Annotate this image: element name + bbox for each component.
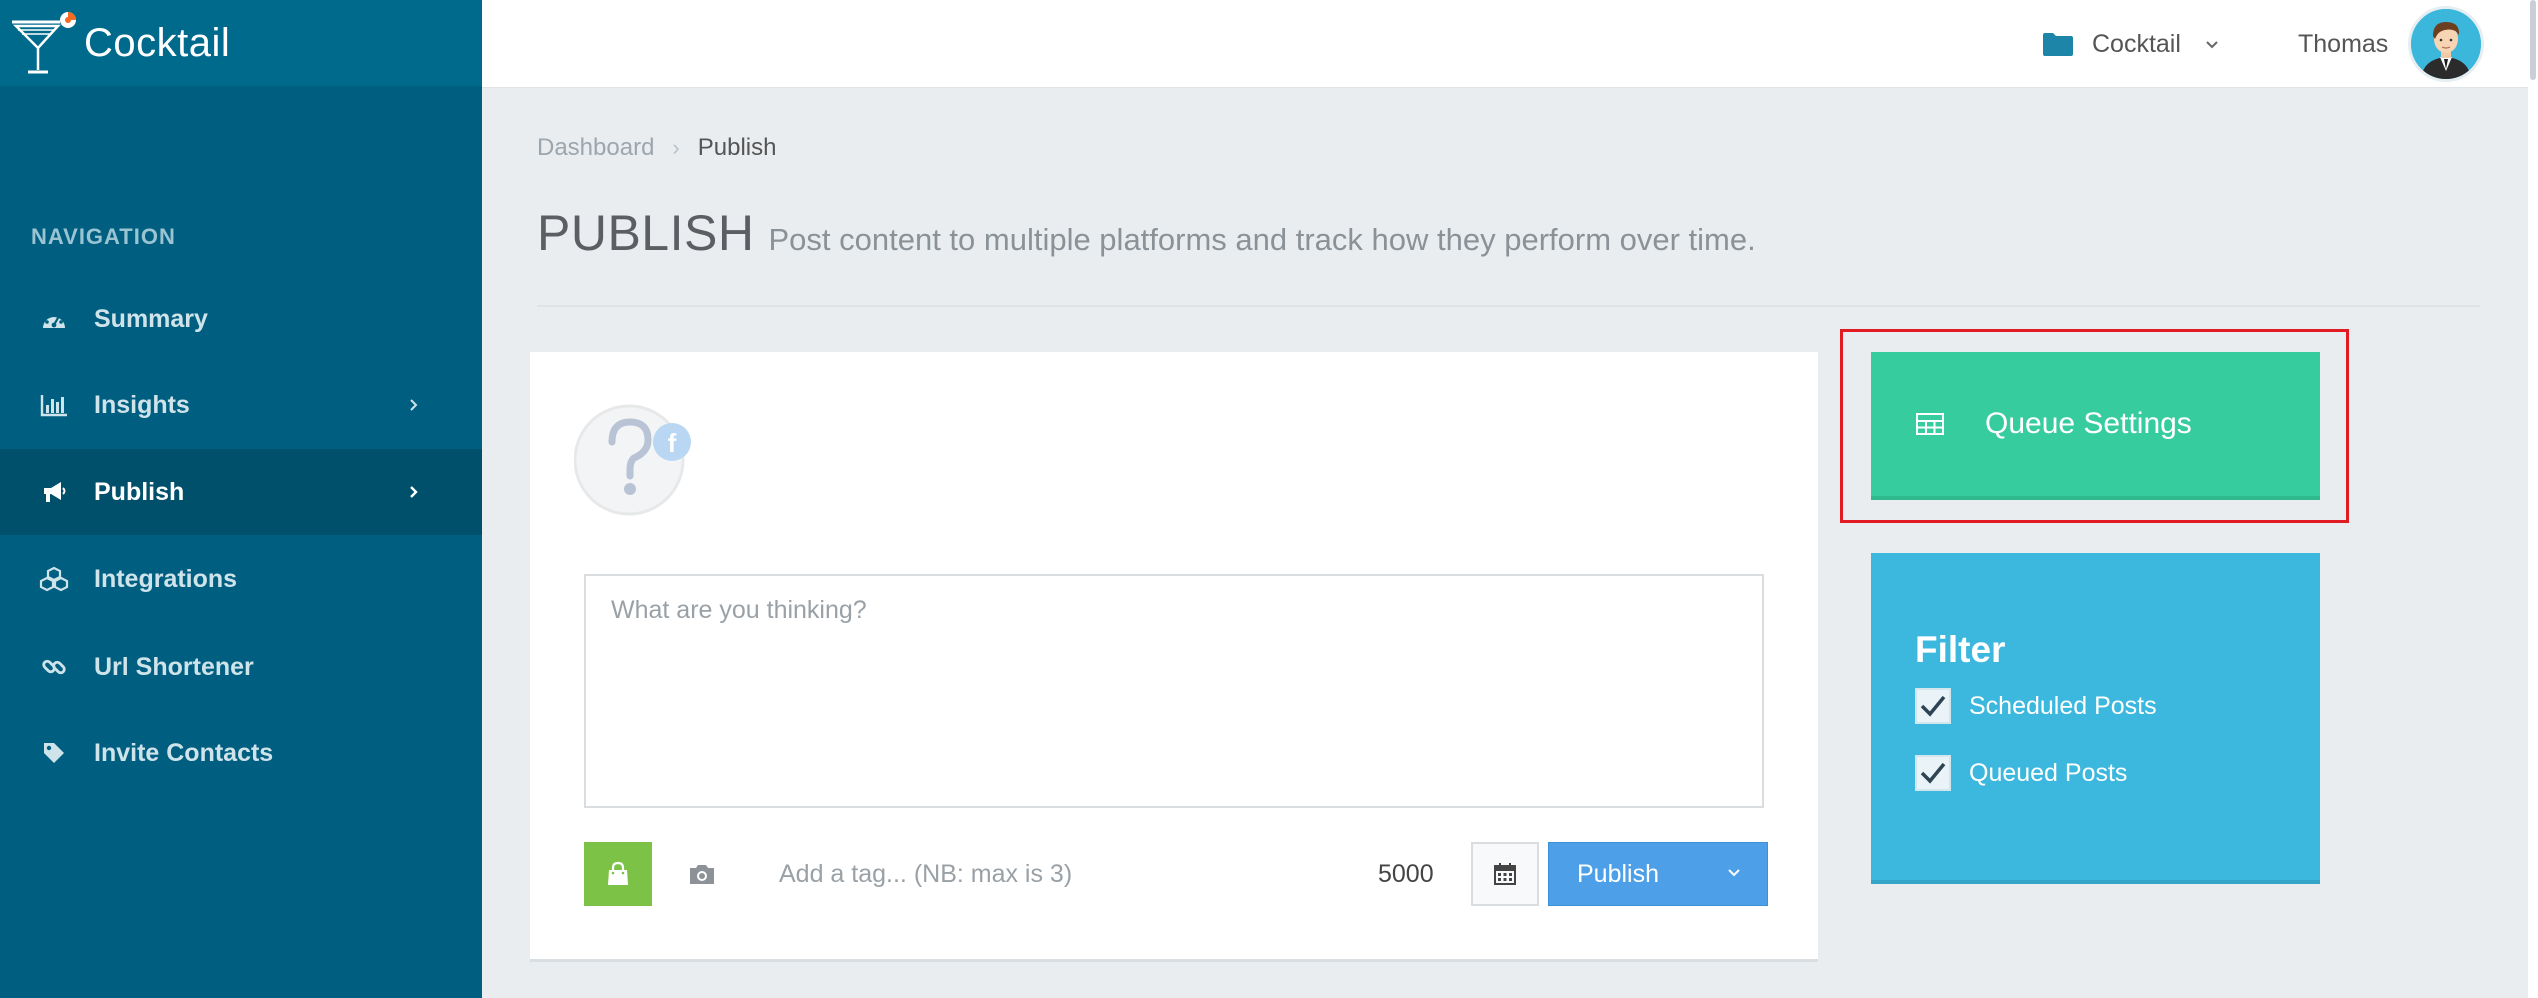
sidebar: Cocktail NAVIGATION Summary Insights Pub… <box>0 0 482 998</box>
user-name[interactable]: Thomas <box>2298 0 2388 88</box>
calendar-icon <box>1494 863 1516 885</box>
filter-queued-posts[interactable]: Queued Posts <box>1915 754 2127 792</box>
page-header: PUBLISH Post content to multiple platfor… <box>537 204 1756 262</box>
queued-posts-checkbox[interactable] <box>1915 755 1951 791</box>
chevron-down-icon <box>1728 869 1740 877</box>
sidebar-item-integrations[interactable]: Integrations <box>0 536 482 622</box>
workspace-name: Cocktail <box>2092 29 2181 58</box>
tag-input[interactable] <box>755 842 1255 906</box>
scheduled-posts-checkbox[interactable] <box>1915 688 1951 724</box>
user-avatar-icon <box>2411 9 2481 79</box>
chevron-right-icon <box>410 399 418 411</box>
account-avatar[interactable]: f <box>573 400 692 518</box>
unknown-account-icon: f <box>573 404 691 516</box>
page-title: PUBLISH <box>537 205 755 261</box>
page-subtitle: Post content to multiple platforms and t… <box>768 222 1756 257</box>
queue-settings-button[interactable]: Queue Settings <box>1871 352 2320 500</box>
filter-scheduled-posts[interactable]: Scheduled Posts <box>1915 687 2157 725</box>
sidebar-item-invite-contacts[interactable]: Invite Contacts <box>0 710 482 796</box>
post-content-input[interactable] <box>584 574 1764 808</box>
breadcrumb-separator-icon: › <box>672 135 680 160</box>
checkmark-icon <box>1920 762 1946 784</box>
queue-settings-label: Queue Settings <box>1985 407 2192 440</box>
sidebar-item-label: Integrations <box>94 564 238 593</box>
shopping-bag-icon <box>608 861 628 885</box>
link-icon <box>38 651 70 683</box>
filter-option-label: Queued Posts <box>1969 758 2128 787</box>
megaphone-icon <box>38 476 70 508</box>
add-media-button[interactable] <box>584 842 652 906</box>
publish-options-dropdown[interactable] <box>1714 848 1754 898</box>
brand-name: Cocktail <box>84 20 231 65</box>
header-divider <box>537 305 2480 307</box>
sidebar-item-label: Summary <box>94 304 208 333</box>
filter-title: Filter <box>1915 629 2006 670</box>
workspace-selector[interactable]: Cocktail <box>2042 0 2221 88</box>
bar-chart-icon <box>38 389 70 421</box>
sidebar-item-label: Url Shortener <box>94 652 254 681</box>
sidebar-item-publish[interactable]: Publish <box>0 449 482 535</box>
chevron-down-icon <box>2206 41 2218 49</box>
schedule-button[interactable] <box>1471 842 1539 906</box>
filter-panel: Filter Scheduled Posts Queued Posts <box>1871 553 2320 884</box>
chevron-right-icon <box>410 486 418 498</box>
tag-icon <box>38 737 70 769</box>
sidebar-item-label: Invite Contacts <box>94 738 274 767</box>
character-count: 5000 <box>1378 860 1434 888</box>
topbar: Cocktail Thomas <box>482 0 2538 88</box>
avatar[interactable] <box>2408 6 2484 82</box>
camera-icon <box>690 865 714 884</box>
breadcrumb-current: Publish <box>697 134 777 161</box>
nav-header: NAVIGATION <box>31 224 176 249</box>
sidebar-item-summary[interactable]: Summary <box>0 276 482 362</box>
svg-text:f: f <box>668 428 677 458</box>
composer-card: f 5000 Publish <box>530 352 1818 962</box>
checkmark-icon <box>1920 695 1946 717</box>
sidebar-item-label: Publish <box>94 477 185 506</box>
table-icon <box>1916 413 1944 435</box>
breadcrumb-dashboard[interactable]: Dashboard <box>537 134 654 162</box>
filter-option-label: Scheduled Posts <box>1969 691 2157 720</box>
scrollbar-thumb[interactable] <box>2530 0 2536 80</box>
sidebar-item-insights[interactable]: Insights <box>0 362 482 448</box>
sidebar-item-url-shortener[interactable]: Url Shortener <box>0 624 482 710</box>
dashboard-icon <box>38 303 70 335</box>
cocktail-logo-icon <box>12 12 76 74</box>
folder-icon <box>2043 33 2073 56</box>
scrollbar-track[interactable] <box>2528 0 2538 998</box>
cubes-icon <box>38 563 70 595</box>
add-photo-button[interactable] <box>670 842 734 906</box>
brand[interactable]: Cocktail <box>0 0 482 86</box>
sidebar-item-label: Insights <box>94 390 190 419</box>
breadcrumb: Dashboard › Publish <box>537 134 776 162</box>
